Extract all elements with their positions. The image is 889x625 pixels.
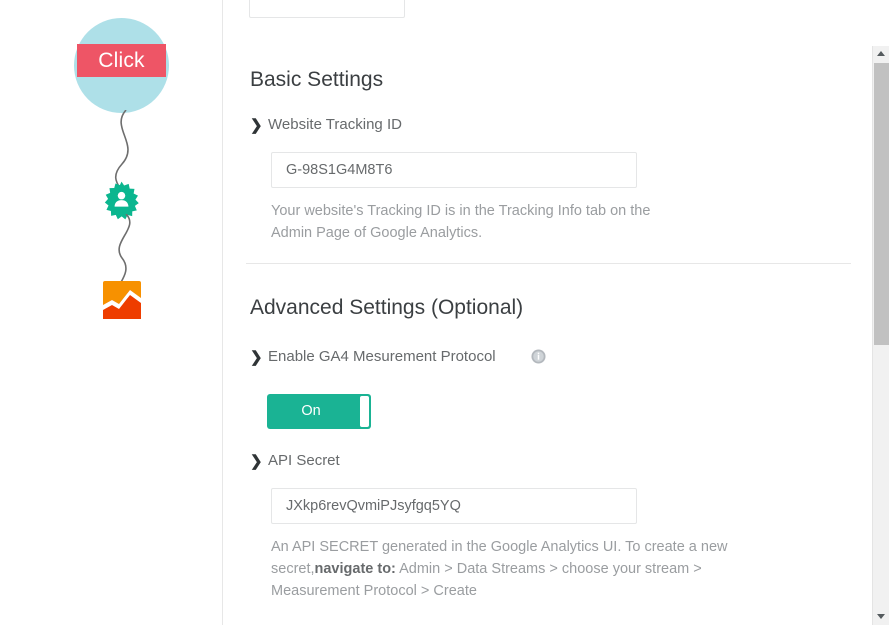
- scroll-up-arrow-icon[interactable]: [873, 46, 889, 62]
- illustration-column: Click: [0, 0, 222, 625]
- tracking-id-help-text: Your website's Tracking ID is in the Tra…: [271, 200, 771, 244]
- ga4-toggle-state-label: On: [301, 403, 321, 419]
- chevron-right-icon: ❯: [250, 349, 263, 366]
- click-banner[interactable]: Click: [77, 44, 166, 77]
- settings-panel: Basic Settings ❯ Website Tracking ID You…: [222, 0, 889, 625]
- ga4-measurement-protocol-toggle[interactable]: On: [267, 394, 371, 429]
- api-secret-label: API Secret: [268, 452, 340, 469]
- vertical-scrollbar[interactable]: [872, 46, 889, 625]
- api-secret-help-bold: navigate to:: [314, 561, 396, 577]
- ga4-measurement-protocol-label: Enable GA4 Mesurement Protocol: [268, 348, 496, 365]
- scroll-down-arrow-icon[interactable]: [873, 609, 889, 625]
- api-secret-input[interactable]: [271, 488, 637, 524]
- previous-section-input[interactable]: [249, 0, 405, 18]
- chevron-right-icon: ❯: [250, 117, 263, 134]
- toggle-knob[interactable]: [360, 396, 369, 427]
- scrollbar-thumb[interactable]: [874, 63, 889, 345]
- section-divider: [246, 263, 851, 264]
- tracking-id-help-line-1: Your website's Tracking ID is in the Tra…: [271, 203, 651, 219]
- connector-line-top: [114, 110, 129, 188]
- tracking-id-help-line-2: Admin Page of Google Analytics.: [271, 225, 483, 241]
- google-analytics-logo: [103, 281, 141, 319]
- info-circle-icon[interactable]: [531, 349, 546, 364]
- api-secret-help-text: An API SECRET generated in the Google An…: [271, 536, 771, 602]
- advanced-settings-heading: Advanced Settings (Optional): [250, 296, 524, 319]
- chevron-right-icon: ❯: [250, 453, 263, 470]
- website-tracking-id-input[interactable]: [271, 152, 637, 188]
- basic-settings-heading: Basic Settings: [250, 68, 384, 91]
- gear-user-icon: [101, 179, 142, 220]
- website-tracking-id-label: Website Tracking ID: [268, 116, 402, 133]
- connector-line-bottom: [118, 214, 131, 284]
